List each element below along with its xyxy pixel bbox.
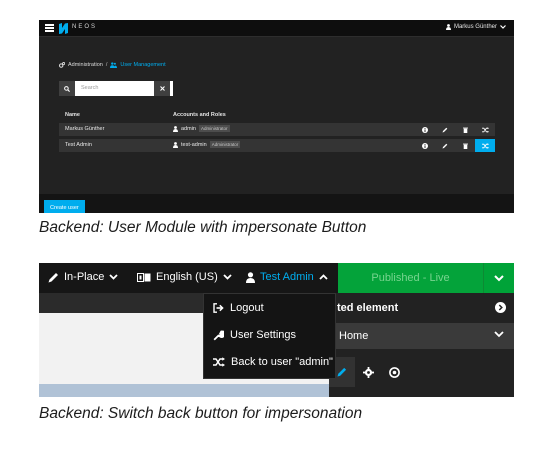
chevron-up-icon xyxy=(319,274,328,280)
info-button[interactable] xyxy=(415,123,435,136)
inspector-title: ted element xyxy=(337,302,399,314)
column-header-name: Name xyxy=(65,112,80,118)
users-icon xyxy=(110,62,118,68)
breadcrumb: Administration / User Management xyxy=(59,62,166,68)
inspector-tabs xyxy=(329,357,407,387)
chevron-down-icon xyxy=(109,274,118,280)
switch-back-screenshot: In-Place English (US) Test Admin Publish… xyxy=(39,263,514,397)
user-icon xyxy=(173,141,178,148)
brand-name: NEOS xyxy=(72,24,98,30)
top-bar: In-Place English (US) Test Admin Publish… xyxy=(39,263,514,293)
chevron-down-icon xyxy=(494,274,504,281)
edit-mode-label: In-Place xyxy=(64,271,105,283)
impersonate-button[interactable] xyxy=(475,123,495,136)
breadcrumb-user-management[interactable]: User Management xyxy=(120,62,165,68)
tab-meta[interactable] xyxy=(381,357,407,387)
info-icon xyxy=(422,142,428,149)
chevron-down-icon xyxy=(494,331,504,338)
row-actions xyxy=(415,123,495,136)
pencil-icon xyxy=(337,367,347,377)
menu-item-label: Logout xyxy=(230,302,264,314)
target-icon xyxy=(388,366,400,378)
impersonate-button[interactable] xyxy=(475,139,495,152)
close-icon xyxy=(159,86,165,91)
inspector-panel: ted element Home xyxy=(329,293,514,397)
edit-button[interactable] xyxy=(435,139,455,152)
info-icon xyxy=(422,126,428,133)
menu-item-logout[interactable]: Logout xyxy=(213,302,264,314)
breadcrumb-separator: / xyxy=(105,62,108,68)
user-module-screenshot: NEOS Markus Günther Administration / Use… xyxy=(39,20,514,213)
user-name: Test Admin xyxy=(65,142,92,148)
create-user-button[interactable]: Create user xyxy=(44,200,85,213)
menu-item-label: Back to user "admin" xyxy=(231,356,333,368)
account-cell: test-admin Administrator xyxy=(173,141,241,148)
edit-mode-selector[interactable]: In-Place xyxy=(48,271,118,283)
role-badge: Administrator xyxy=(198,125,230,132)
selected-page: Home xyxy=(339,330,369,342)
footer-bar xyxy=(39,194,514,213)
user-menu-label: Markus Günther xyxy=(453,24,497,30)
search-icon[interactable] xyxy=(59,81,75,96)
user-menu[interactable]: Test Admin xyxy=(246,271,328,283)
info-button[interactable] xyxy=(415,139,435,152)
gear-icon xyxy=(362,366,374,378)
top-bar: NEOS Markus Günther xyxy=(39,20,514,37)
row-actions xyxy=(415,139,495,152)
user-name: Markus Günther xyxy=(65,126,105,132)
canvas-banner xyxy=(39,384,329,397)
table-row: Markus Günther admin Administrator xyxy=(59,123,495,136)
user-icon xyxy=(445,24,451,30)
publish-dropdown-button[interactable] xyxy=(483,263,514,293)
edit-button[interactable] xyxy=(435,123,455,136)
shuffle-icon xyxy=(213,357,225,367)
user-menu[interactable]: Markus Günther xyxy=(445,24,506,30)
user-dropdown-menu: Logout User Settings Back to user "admin… xyxy=(203,293,336,379)
menu-item-back-to-admin[interactable]: Back to user "admin" xyxy=(213,356,333,368)
column-header-accounts: Accounts and Roles xyxy=(173,112,226,118)
caption-switch-back: Backend: Switch back button for imperson… xyxy=(39,405,363,422)
chevron-right-circle-icon[interactable] xyxy=(495,302,506,313)
pencil-icon xyxy=(442,127,448,132)
wrench-icon xyxy=(213,329,224,340)
gears-icon xyxy=(59,62,65,68)
menu-item-label: User Settings xyxy=(230,329,297,341)
publish-status[interactable]: Published - Live xyxy=(338,263,483,293)
trash-icon xyxy=(462,127,468,133)
account-cell: admin Administrator xyxy=(173,125,230,132)
delete-button[interactable] xyxy=(455,123,475,136)
page-select[interactable]: Home xyxy=(329,323,514,349)
chevron-down-icon xyxy=(500,25,506,29)
chevron-down-icon xyxy=(223,274,232,280)
caption-user-module: Backend: User Module with impersonate Bu… xyxy=(39,219,367,236)
pencil-icon xyxy=(48,272,58,282)
language-icon xyxy=(137,272,151,282)
trash-icon xyxy=(462,143,468,149)
role-badge: Administrator xyxy=(209,141,241,148)
neos-logo-icon xyxy=(59,23,68,34)
user-icon xyxy=(246,271,255,283)
table-row: Test Admin test-admin Administrator xyxy=(59,139,495,152)
clear-search-button[interactable] xyxy=(154,81,170,96)
menu-item-user-settings[interactable]: User Settings xyxy=(213,329,296,341)
account-name: admin xyxy=(181,125,196,132)
pencil-icon xyxy=(442,143,448,148)
language-label: English (US) xyxy=(156,271,218,283)
language-selector[interactable]: English (US) xyxy=(137,271,232,283)
breadcrumb-administration[interactable]: Administration xyxy=(68,62,103,68)
tab-settings[interactable] xyxy=(355,357,381,387)
logout-icon xyxy=(213,303,224,313)
user-menu-label: Test Admin xyxy=(260,271,314,283)
menu-toggle-icon[interactable] xyxy=(45,24,54,32)
delete-button[interactable] xyxy=(455,139,475,152)
account-name: test-admin xyxy=(181,141,207,148)
shuffle-icon xyxy=(481,126,489,133)
user-icon xyxy=(173,125,178,132)
shuffle-icon xyxy=(481,142,489,149)
